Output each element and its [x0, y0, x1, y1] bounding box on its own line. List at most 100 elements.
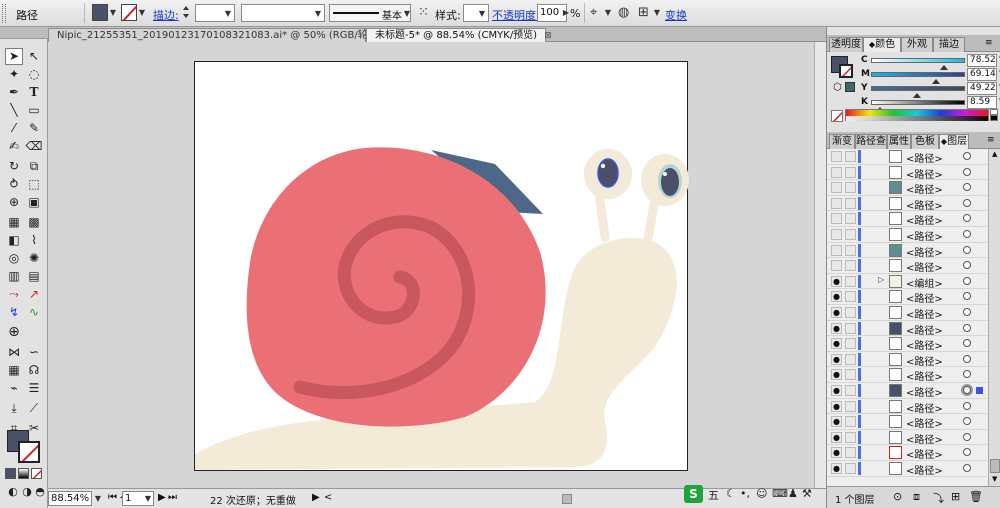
- layer-row[interactable]: ● <路径>: [827, 367, 987, 383]
- target-circle-icon[interactable]: [963, 432, 971, 441]
- shape-builder-tool-icon[interactable]: ⊕: [5, 194, 23, 211]
- keyboard-icon[interactable]: ⌨: [772, 487, 788, 500]
- recolor-artwork-icon[interactable]: ⁙: [418, 5, 429, 20]
- out-of-gamut-swatch[interactable]: [845, 82, 855, 92]
- rectangle-tool-icon[interactable]: ▭: [25, 102, 43, 119]
- lock-toggle[interactable]: [845, 182, 856, 194]
- eye-icon[interactable]: ●: [831, 291, 842, 303]
- lock-toggle[interactable]: [845, 166, 856, 178]
- live-paint-tool-icon[interactable]: ▣: [25, 194, 43, 211]
- envelope-tool-icon[interactable]: ⋈: [5, 344, 23, 361]
- eye-icon[interactable]: ●: [831, 307, 842, 318]
- layer-row[interactable]: <路径>: [827, 165, 987, 181]
- blend-tool-icon[interactable]: ◎: [5, 250, 23, 267]
- layer-row[interactable]: <路径>: [827, 149, 987, 165]
- layer-row[interactable]: ● <路径>: [827, 461, 987, 477]
- measure-tool-icon[interactable]: ⟋: [25, 400, 43, 417]
- color-spectrum[interactable]: [845, 109, 989, 121]
- chevron-down-icon[interactable]: ▼: [136, 5, 148, 21]
- lock-toggle[interactable]: [845, 338, 856, 350]
- black-swatch[interactable]: [990, 115, 998, 121]
- crosshair-tool-icon[interactable]: ⊕: [5, 324, 23, 341]
- lock-toggle[interactable]: [845, 275, 856, 287]
- target-circle-icon[interactable]: [963, 464, 971, 472]
- width-tool-icon[interactable]: ⤳: [5, 286, 23, 303]
- scale-tool-icon[interactable]: ⧉: [25, 158, 43, 175]
- visibility-toggle[interactable]: [831, 213, 842, 225]
- list-tool-icon[interactable]: ☰: [25, 380, 43, 397]
- none-mode-swatch[interactable]: [31, 468, 42, 479]
- eye-icon[interactable]: ●: [831, 463, 842, 474]
- panel-menu-icon[interactable]: ≡: [987, 135, 995, 145]
- cyan-value[interactable]: 78.52: [967, 54, 997, 67]
- new-sublayer-icon[interactable]: ⤵: [933, 490, 944, 506]
- visibility-toggle[interactable]: [831, 182, 842, 194]
- tab-gradient[interactable]: 渐变: [829, 134, 855, 149]
- tab-swatches[interactable]: 色板: [911, 134, 939, 149]
- eye-icon[interactable]: ●: [831, 275, 842, 287]
- last-artboard-icon[interactable]: ⏭: [168, 492, 177, 503]
- lock-toggle[interactable]: [845, 151, 856, 162]
- target-circle-icon[interactable]: [963, 214, 971, 223]
- moon-icon[interactable]: ☾: [726, 487, 736, 500]
- toolbar-grip[interactable]: [2, 4, 6, 23]
- symbol-sprayer-tool-icon[interactable]: ✺: [25, 250, 43, 267]
- lock-toggle[interactable]: [845, 197, 856, 209]
- target-circle-icon[interactable]: [963, 245, 971, 254]
- eye-icon[interactable]: ●: [831, 322, 842, 334]
- lock-toggle[interactable]: [845, 431, 856, 443]
- magenta-slider[interactable]: [871, 72, 965, 84]
- slice-tool-icon[interactable]: ↗: [25, 286, 43, 303]
- target-circle-icon[interactable]: [963, 183, 971, 192]
- artboard-tool-icon[interactable]: ▤: [25, 268, 43, 285]
- type-tool-icon[interactable]: T: [25, 84, 43, 101]
- stroke-none-swatch[interactable]: [121, 4, 137, 21]
- magic-wand-tool-icon[interactable]: ✦: [5, 66, 23, 83]
- locate-object-icon[interactable]: ⊙: [893, 490, 902, 503]
- chevron-down-icon[interactable]: ▼: [222, 6, 234, 22]
- scroll-down-icon[interactable]: ▼: [992, 475, 997, 483]
- eye-icon[interactable]: ●: [831, 369, 842, 381]
- chevron-down-icon[interactable]: ▼: [312, 6, 324, 22]
- layer-row[interactable]: <路径>: [827, 243, 987, 259]
- column-graph-tool-icon[interactable]: ▥: [5, 268, 23, 285]
- free-transform-tool-icon[interactable]: ⬚: [25, 176, 43, 193]
- status-menu-icon[interactable]: ▶: [312, 492, 320, 503]
- lock-toggle[interactable]: [845, 229, 856, 240]
- zoom-input[interactable]: 88.54%: [48, 491, 92, 506]
- lock-toggle[interactable]: [845, 353, 856, 365]
- chevron-down-icon[interactable]: ▼: [107, 5, 119, 21]
- target-circle-icon[interactable]: [963, 261, 971, 270]
- globe-icon[interactable]: ◍: [618, 5, 629, 20]
- layer-row[interactable]: <路径>: [827, 196, 987, 212]
- tab-attributes[interactable]: 属性: [887, 134, 911, 149]
- layer-row[interactable]: ● <路径>: [827, 305, 987, 321]
- target-circle-icon[interactable]: [963, 230, 971, 238]
- lock-toggle[interactable]: [845, 291, 856, 303]
- panel-stroke-swatch[interactable]: [839, 64, 853, 78]
- perspective-grid-tool-icon[interactable]: ▦: [5, 214, 23, 231]
- wave-tool-icon[interactable]: ∽: [25, 344, 43, 361]
- chevron-down-icon[interactable]: ▼: [476, 6, 488, 22]
- target-circle-icon[interactable]: [963, 370, 971, 379]
- layer-row[interactable]: <路径>: [827, 180, 987, 196]
- opacity-link[interactable]: 不透明度:: [492, 7, 540, 23]
- visibility-toggle[interactable]: [831, 244, 842, 256]
- layer-row[interactable]: ● <路径>: [827, 289, 987, 305]
- user-icon[interactable]: ♟: [788, 487, 798, 500]
- eye-icon[interactable]: ●: [831, 353, 842, 365]
- line-tool-icon[interactable]: ╲: [5, 102, 23, 119]
- ime-logo[interactable]: S: [684, 485, 703, 503]
- gradient-mode-swatch[interactable]: [18, 468, 29, 479]
- stroke-color-swatch[interactable]: [18, 441, 40, 463]
- lock-toggle[interactable]: [845, 307, 856, 318]
- transform-link[interactable]: 变换: [665, 7, 687, 23]
- rotate-tool-icon[interactable]: ↻: [5, 158, 23, 175]
- cube-icon[interactable]: ⬡: [833, 82, 842, 93]
- gradient-tool-icon[interactable]: ◧: [5, 232, 23, 249]
- layer-row[interactable]: ● <路径>: [827, 399, 987, 415]
- target-circle-icon[interactable]: [963, 323, 971, 332]
- target-circle-icon[interactable]: [963, 417, 971, 426]
- lock-toggle[interactable]: [845, 260, 856, 272]
- visibility-toggle[interactable]: [831, 197, 842, 209]
